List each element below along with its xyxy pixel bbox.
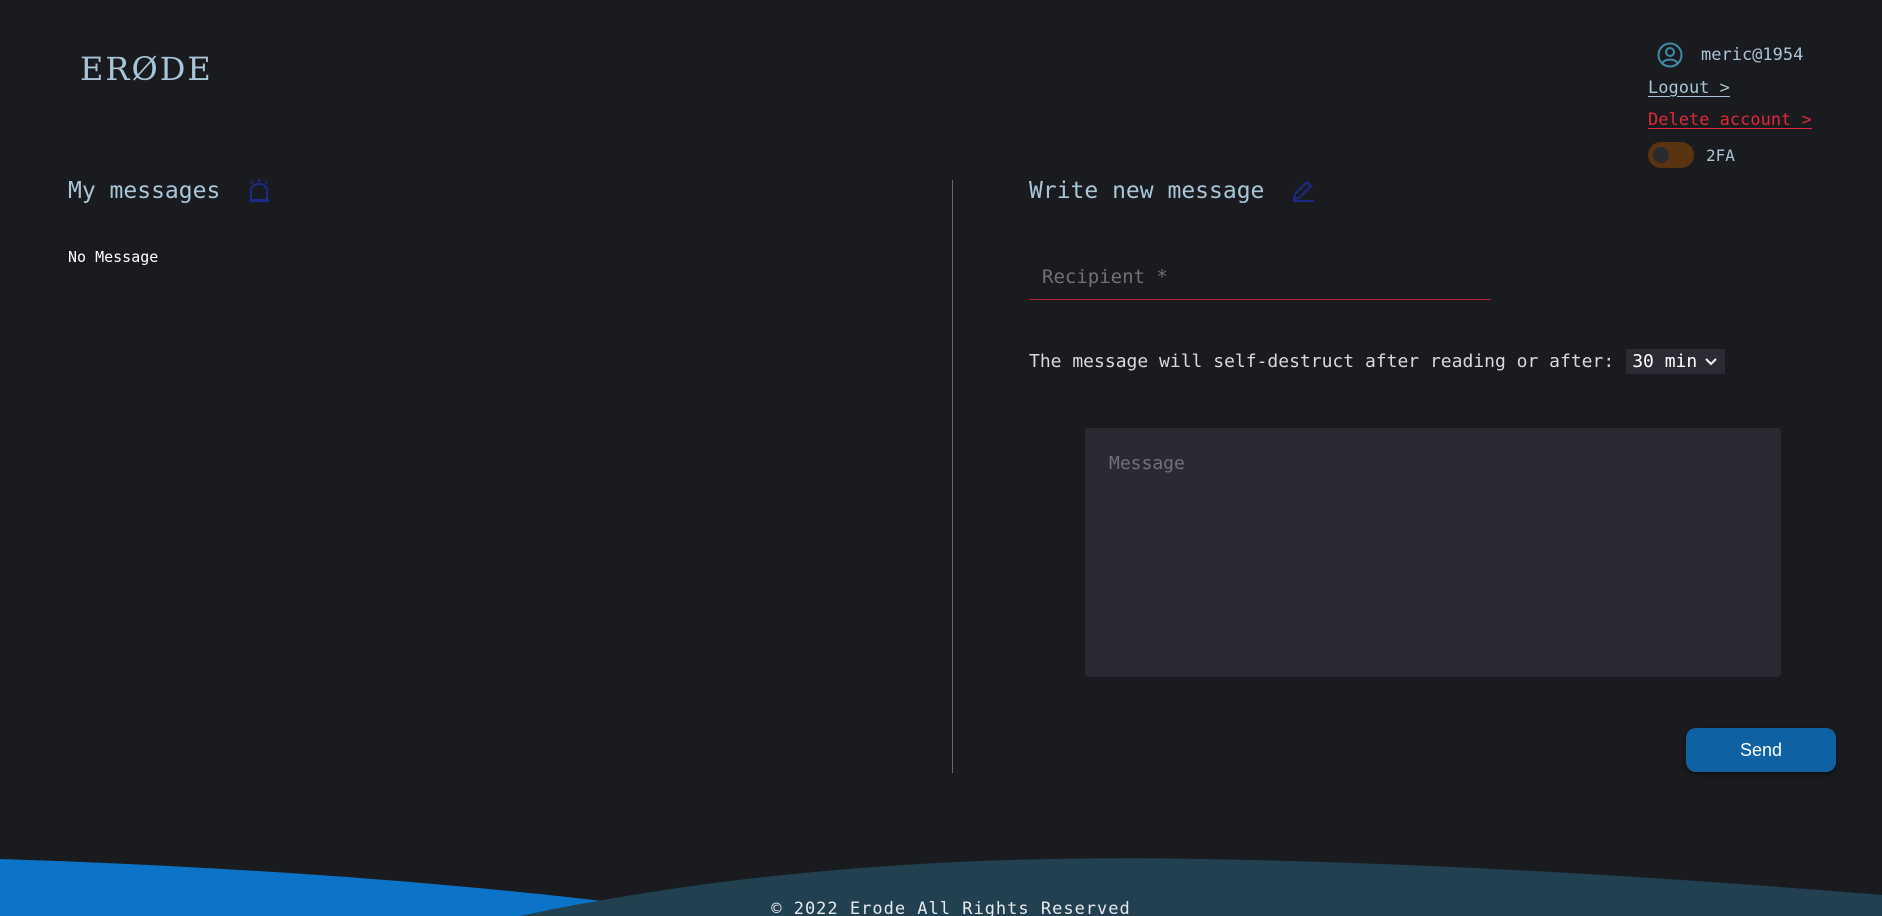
delete-account-link[interactable]: Delete account > <box>1648 110 1812 130</box>
pencil-icon[interactable] <box>1290 178 1316 204</box>
logo[interactable]: ERØDE <box>80 50 213 88</box>
write-message-title: Write new message <box>1029 178 1316 204</box>
logout-link[interactable]: Logout > <box>1648 78 1730 98</box>
no-message-text: No Message <box>68 248 159 266</box>
toggle-knob <box>1653 147 1669 163</box>
user-icon <box>1657 42 1683 68</box>
message-textarea[interactable] <box>1085 428 1781 677</box>
self-destruct-label: The message will self-destruct after rea… <box>1029 351 1615 372</box>
twofa-toggle[interactable] <box>1648 142 1694 168</box>
footer-copyright: © 2022 Erode All Rights Reserved <box>771 899 1131 916</box>
self-destruct-row: The message will self-destruct after rea… <box>1029 349 1726 374</box>
send-button[interactable]: Send <box>1686 728 1836 772</box>
alarm-icon[interactable] <box>246 178 272 204</box>
username: meric@1954 <box>1701 45 1804 65</box>
twofa-label: 2FA <box>1706 145 1735 165</box>
recipient-input[interactable] <box>1029 254 1491 300</box>
user-panel: meric@1954 Logout > Delete account > 2FA <box>1648 40 1848 168</box>
write-message-title-text: Write new message <box>1029 178 1265 204</box>
column-divider <box>952 180 953 773</box>
self-destruct-value: 30 min <box>1632 351 1698 372</box>
self-destruct-select[interactable]: 30 min <box>1626 349 1726 374</box>
my-messages-title-text: My messages <box>68 178 221 204</box>
chevron-down-icon <box>1705 357 1717 366</box>
twofa-row: 2FA <box>1648 142 1848 168</box>
my-messages-title: My messages <box>68 178 272 204</box>
user-info: meric@1954 <box>1657 40 1848 70</box>
page: ERØDE meric@1954 Logout > Delete account… <box>0 0 1882 916</box>
